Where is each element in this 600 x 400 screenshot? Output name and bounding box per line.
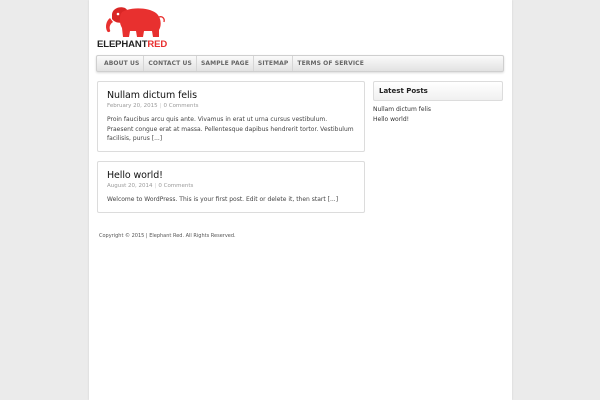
post-date: August 20, 2014 [107, 183, 153, 189]
post-meta: August 20, 2014 | 0 Comments [107, 183, 355, 190]
elephant-icon [106, 7, 165, 37]
post-card: Hello world! August 20, 2014 | 0 Comments … [97, 161, 365, 213]
meta-separator: | [159, 103, 162, 109]
latest-posts-list: Nullam dictum felis Hello world! [373, 105, 431, 125]
latest-posts-widget-header: Latest Posts [373, 81, 503, 101]
site-logo[interactable]: ELEPHANTRED [97, 4, 169, 50]
latest-post-link[interactable]: Nullam dictum felis [373, 105, 431, 115]
post-comments-link[interactable]: 0 Comments [163, 103, 198, 109]
nav-item-terms-of-service[interactable]: TERMS OF SERVICE [293, 56, 368, 71]
main-nav: ABOUT US CONTACT US SAMPLE PAGE SITEMAP … [96, 55, 504, 72]
nav-item-sample-page[interactable]: SAMPLE PAGE [197, 56, 254, 71]
post-comments-link[interactable]: 0 Comments [158, 183, 193, 189]
footer-copyright: Copyright © 2015 | Elephant Red. All Rig… [99, 233, 236, 239]
nav-item-sitemap[interactable]: SITEMAP [254, 56, 294, 71]
logo-wordmark: ELEPHANTRED [97, 39, 167, 50]
nav-item-about-us[interactable]: ABOUT US [100, 56, 145, 71]
logo-word-elephant: ELEPHANT [97, 39, 148, 50]
nav-item-contact-us[interactable]: CONTACT US [144, 56, 197, 71]
post-title-link[interactable]: Nullam dictum felis [107, 90, 355, 102]
latest-post-link[interactable]: Hello world! [373, 115, 431, 125]
post-date: February 20, 2015 [107, 103, 158, 109]
post-meta: February 20, 2015 | 0 Comments [107, 103, 355, 110]
widget-title: Latest Posts [379, 87, 428, 95]
post-card: Nullam dictum felis February 20, 2015 | 0 … [97, 81, 365, 152]
logo-word-red: RED [147, 39, 168, 50]
meta-separator: | [154, 183, 157, 189]
post-title-link[interactable]: Hello world! [107, 170, 355, 182]
post-excerpt: Welcome to WordPress. This is your first… [107, 196, 339, 203]
post-excerpt: Proin faucibus arcu quis ante. Vivamus i… [107, 116, 354, 142]
